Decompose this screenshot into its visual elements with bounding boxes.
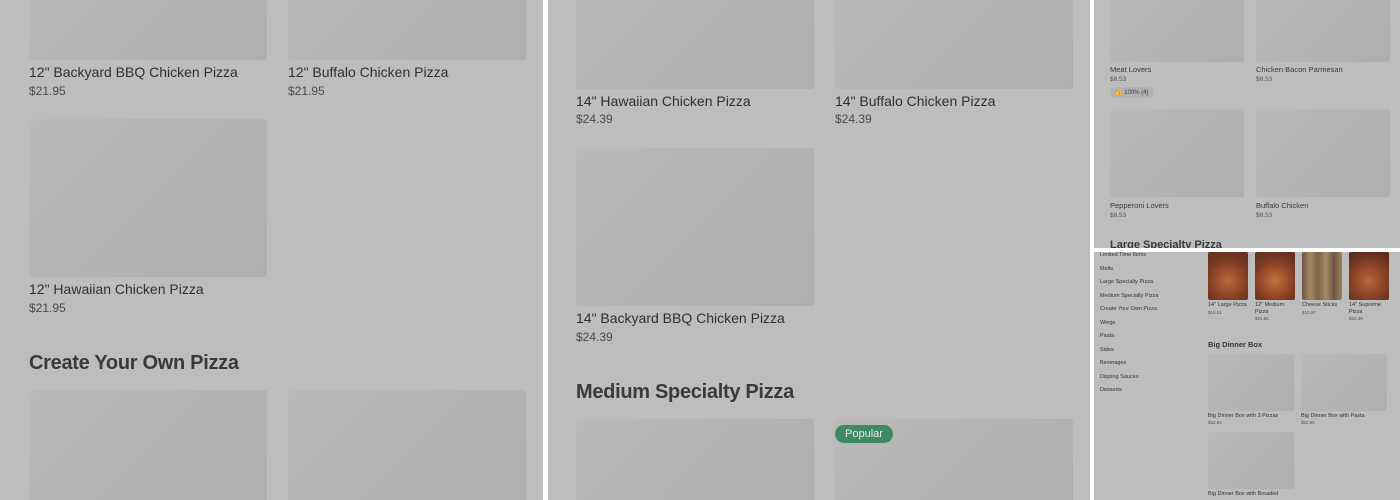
item-name[interactable]: Big Dinner Box with 3 Pizzas bbox=[1208, 413, 1294, 420]
item-image[interactable] bbox=[1301, 354, 1387, 411]
item-image[interactable] bbox=[1208, 252, 1248, 300]
item-name[interactable]: 14" Backyard BBQ Chicken Pizza bbox=[576, 310, 785, 326]
item-price: $10.97 bbox=[1302, 310, 1316, 315]
item-name[interactable]: 14" Hawaiian Chicken Pizza bbox=[576, 93, 751, 109]
item-image[interactable] bbox=[1110, 109, 1244, 197]
item-price: $21.95 bbox=[29, 301, 66, 315]
rating-text: 100% (4) bbox=[1124, 90, 1149, 96]
item-name[interactable]: Cheese Sticks bbox=[1302, 302, 1344, 309]
item-image[interactable] bbox=[1208, 432, 1294, 489]
nav-item-wings[interactable]: Wings bbox=[1100, 320, 1115, 326]
item-image[interactable] bbox=[1255, 252, 1295, 300]
nav-item-desserts[interactable]: Desserts bbox=[1100, 387, 1122, 393]
nav-item-medium-specialty-pizza[interactable]: Medium Specialty Pizza bbox=[1100, 293, 1158, 299]
menu-panel-12-inch: 12" Backyard BBQ Chicken Pizza $21.95 12… bbox=[0, 0, 543, 500]
section-heading: Create Your Own Pizza bbox=[29, 352, 239, 374]
item-name[interactable]: 12" Buffalo Chicken Pizza bbox=[288, 64, 448, 80]
item-image[interactable] bbox=[1349, 252, 1389, 300]
item-name[interactable]: Big Dinner Box with Breaded bbox=[1208, 491, 1294, 498]
popular-badge: Popular bbox=[835, 425, 893, 443]
item-image[interactable] bbox=[576, 419, 814, 500]
item-price: $15.85 bbox=[1255, 316, 1269, 321]
item-name[interactable]: Pepperoni Lovers bbox=[1110, 201, 1169, 210]
item-image[interactable] bbox=[1302, 252, 1342, 300]
item-image[interactable] bbox=[1110, 0, 1244, 62]
item-price: $8.53 bbox=[1110, 212, 1127, 219]
item-price: $24.39 bbox=[1349, 316, 1363, 321]
nav-item-create-your-own-pizza[interactable]: Create Your Own Pizza bbox=[1100, 306, 1157, 312]
thumbs-up-icon: 👍 bbox=[1115, 90, 1123, 96]
item-name[interactable]: 14" Large Pizza bbox=[1208, 302, 1250, 309]
item-image[interactable] bbox=[29, 119, 267, 277]
item-name[interactable]: 12" Hawaiian Chicken Pizza bbox=[29, 281, 204, 297]
item-name[interactable]: 14" Buffalo Chicken Pizza bbox=[835, 93, 995, 109]
item-image[interactable] bbox=[288, 0, 526, 60]
item-image[interactable] bbox=[1256, 0, 1390, 62]
item-name[interactable]: 12" Medium Pizza bbox=[1255, 302, 1297, 316]
item-image[interactable] bbox=[29, 0, 267, 60]
menu-panel-melts: Meat Lovers $8.53 👍 100% (4) Chicken Bac… bbox=[1094, 0, 1400, 248]
item-name[interactable]: Meat Lovers bbox=[1110, 65, 1151, 74]
item-price: $8.53 bbox=[1110, 76, 1127, 83]
item-price: $21.95 bbox=[29, 84, 66, 98]
item-price: $32.95 bbox=[1301, 420, 1315, 425]
section-heading: Large Specialty Pizza bbox=[1110, 239, 1222, 248]
item-price: $21.95 bbox=[288, 84, 325, 98]
item-price: $8.53 bbox=[1256, 76, 1273, 83]
item-name[interactable]: Big Dinner Box with Pasta bbox=[1301, 413, 1387, 420]
item-image[interactable] bbox=[1256, 109, 1390, 197]
item-image[interactable] bbox=[835, 0, 1073, 89]
item-name[interactable]: 12" Backyard BBQ Chicken Pizza bbox=[29, 64, 238, 80]
item-price: $24.39 bbox=[576, 330, 613, 344]
section-heading: Big Dinner Box bbox=[1208, 340, 1263, 349]
item-price: $19.51 bbox=[1208, 310, 1222, 315]
menu-panel-overview: Limited Time Items Melts Large Specialty… bbox=[1094, 252, 1400, 500]
nav-item-pasta[interactable]: Pasta bbox=[1100, 333, 1114, 339]
item-name[interactable]: Buffalo Chicken bbox=[1256, 201, 1308, 210]
rating-badge: 👍 100% (4) bbox=[1110, 87, 1154, 98]
item-image[interactable] bbox=[1208, 354, 1294, 411]
nav-item-limited-time-items[interactable]: Limited Time Items bbox=[1100, 252, 1146, 258]
item-name[interactable]: 14" Supreme Pizza bbox=[1349, 302, 1391, 316]
item-price: $32.94 bbox=[1208, 420, 1222, 425]
item-price: $24.39 bbox=[835, 112, 872, 126]
item-image[interactable] bbox=[288, 390, 526, 500]
item-image[interactable] bbox=[576, 148, 814, 306]
nav-item-sides[interactable]: Sides bbox=[1100, 347, 1114, 353]
item-price: $8.53 bbox=[1256, 212, 1273, 219]
item-name[interactable]: Chicken Bacon Parmesan bbox=[1256, 65, 1343, 74]
nav-item-dipping-sauces[interactable]: Dipping Sauces bbox=[1100, 374, 1139, 380]
section-heading: Medium Specialty Pizza bbox=[576, 381, 794, 403]
menu-panel-14-inch: 14" Hawaiian Chicken Pizza $24.39 14" Bu… bbox=[548, 0, 1090, 500]
nav-item-large-specialty-pizza[interactable]: Large Specialty Pizza bbox=[1100, 279, 1153, 285]
nav-item-melts[interactable]: Melts bbox=[1100, 266, 1113, 272]
item-price: $24.39 bbox=[576, 112, 613, 126]
item-image[interactable] bbox=[576, 0, 814, 89]
item-image[interactable] bbox=[29, 390, 267, 500]
nav-item-beverages[interactable]: Beverages bbox=[1100, 360, 1126, 366]
